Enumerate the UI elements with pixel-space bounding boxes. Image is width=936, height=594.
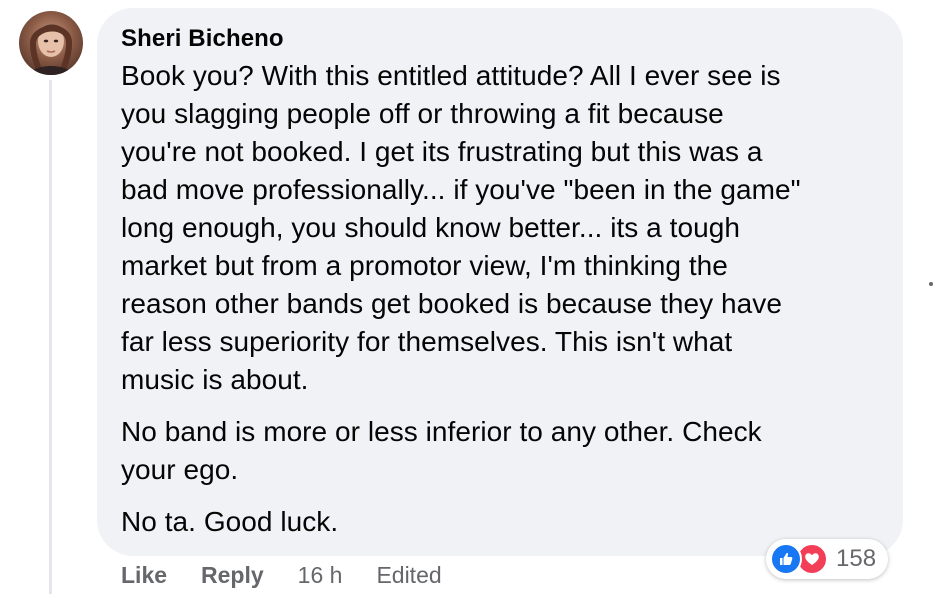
reaction-count: 158	[836, 545, 877, 572]
comment-paragraph-3: No ta. Good luck.	[121, 506, 339, 537]
reply-button[interactable]: Reply	[201, 560, 264, 590]
comment-thread: Sheri Bicheno Book you? With this entitl…	[0, 0, 936, 594]
avatar[interactable]	[19, 11, 83, 75]
like-button[interactable]: Like	[121, 560, 167, 590]
avatar-photo-icon	[29, 24, 73, 75]
more-options-icon[interactable]	[929, 282, 933, 286]
reactions-summary[interactable]: 158	[766, 539, 889, 579]
timestamp[interactable]: 16 h	[298, 560, 343, 590]
comment-author[interactable]: Sheri Bicheno	[121, 24, 879, 54]
thread-line	[49, 80, 52, 594]
edited-label: Edited	[376, 562, 442, 588]
comment-paragraph-1: Book you? With this entitled attitude? A…	[121, 60, 801, 395]
like-reaction-icon	[770, 543, 802, 575]
comment-bubble: Sheri Bicheno Book you? With this entitl…	[97, 8, 903, 556]
comment-paragraph-2: No band is more or less inferior to any …	[121, 416, 762, 485]
comment-actions: Like Reply 16 h Edited	[121, 560, 442, 590]
